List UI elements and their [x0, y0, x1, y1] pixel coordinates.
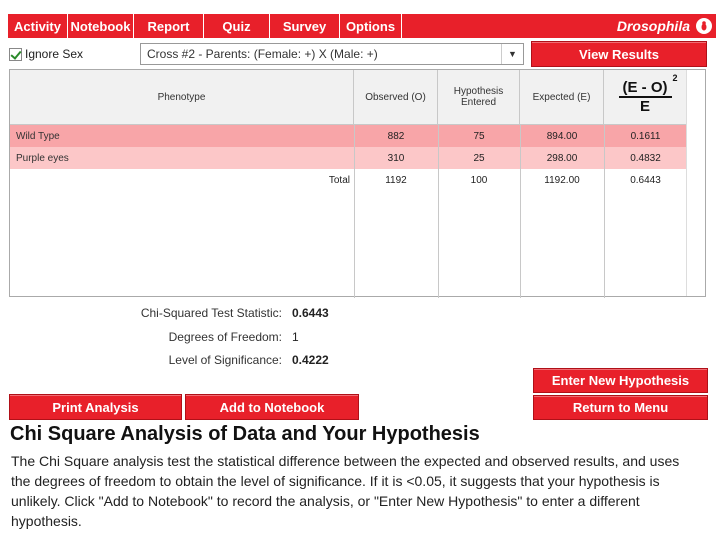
column-divider	[520, 125, 521, 298]
total-expected: 1192.00	[544, 174, 580, 186]
return-to-menu-button[interactable]: Return to Menu	[533, 395, 708, 420]
chi-formula: (E - O) 2 E	[618, 73, 678, 115]
dof-label: Degrees of Freedom:	[168, 330, 282, 344]
tab-notebook[interactable]: Notebook	[68, 14, 134, 38]
ignore-sex-label: Ignore Sex	[25, 47, 84, 61]
column-divider	[354, 125, 355, 298]
column-divider	[438, 125, 439, 298]
top-nav: Activity Notebook Report Quiz Survey Opt…	[8, 14, 716, 38]
total-observed: 1192	[385, 174, 407, 186]
ignore-sex-checkbox[interactable]	[9, 47, 22, 61]
formula-numerator: (E - O)	[622, 79, 668, 96]
chi-label: Chi-Squared Test Statistic:	[140, 306, 282, 320]
cell-phenotype: Wild Type	[16, 130, 60, 142]
cell-chi: 0.4832	[630, 152, 661, 164]
cell-observed: 882	[387, 130, 405, 142]
formula-denominator: E	[639, 98, 650, 115]
column-divider	[604, 125, 605, 298]
tab-quiz[interactable]: Quiz	[204, 14, 270, 38]
print-analysis-button[interactable]: Print Analysis	[9, 394, 182, 420]
tab-report[interactable]: Report	[134, 14, 204, 38]
total-chi: 0.6443	[630, 174, 661, 186]
explanation-text: The Chi Square analysis test the statist…	[11, 453, 680, 529]
page-heading: Chi Square Analysis of Data and Your Hyp…	[10, 423, 480, 445]
table-row: Purple eyes 310 25 298.00 0.4832	[10, 147, 687, 169]
table-scrollbar[interactable]	[686, 70, 705, 296]
total-label: Total	[328, 174, 350, 186]
tab-options[interactable]: Options	[340, 14, 402, 38]
cell-chi: 0.1611	[630, 130, 661, 142]
view-results-button[interactable]: View Results	[531, 41, 707, 67]
add-to-notebook-button[interactable]: Add to Notebook	[185, 394, 359, 420]
formula-exponent: 2	[672, 73, 678, 83]
cell-hypothesis: 75	[473, 130, 485, 142]
brand: Drosophila	[617, 14, 716, 38]
results-table: Phenotype Observed (O) Hypothesis Entere…	[9, 69, 706, 298]
header-chi-formula: (E - O) 2 E	[604, 70, 687, 125]
dof-value: 1	[292, 330, 299, 344]
tab-survey[interactable]: Survey	[270, 14, 340, 38]
cell-expected: 298.00	[546, 152, 578, 164]
table-row: Wild Type 882 75 894.00 0.1611	[10, 125, 687, 147]
brand-name: Drosophila	[616, 18, 690, 34]
cell-phenotype: Purple eyes	[16, 152, 69, 164]
dropdown-arrow-icon[interactable]: ▼	[501, 44, 523, 64]
cell-observed: 310	[387, 152, 405, 164]
cell-expected: 894.00	[546, 130, 578, 142]
fly-logo-icon	[696, 18, 712, 34]
header-hypothesis: Hypothesis Entered	[438, 70, 520, 125]
enter-hypothesis-button[interactable]: Enter New Hypothesis	[533, 368, 708, 393]
cross-select-value: Cross #2 - Parents: (Female: +) X (Male:…	[147, 47, 378, 61]
header-observed: Observed (O)	[354, 70, 438, 125]
header-phenotype: Phenotype	[10, 70, 354, 125]
cell-hypothesis: 25	[473, 152, 485, 164]
significance-value: 0.4222	[292, 353, 329, 367]
significance-label: Level of Significance:	[168, 353, 282, 367]
total-hypothesis: 100	[470, 174, 488, 186]
cross-select[interactable]: Cross #2 - Parents: (Female: +) X (Male:…	[140, 43, 524, 65]
chi-value: 0.6443	[292, 306, 329, 320]
tab-activity[interactable]: Activity	[8, 14, 68, 38]
header-expected: Expected (E)	[520, 70, 604, 125]
ignore-sex-toggle[interactable]: Ignore Sex	[9, 47, 83, 61]
table-total-row: Total 1192 100 1192.00 0.6443	[10, 169, 687, 191]
